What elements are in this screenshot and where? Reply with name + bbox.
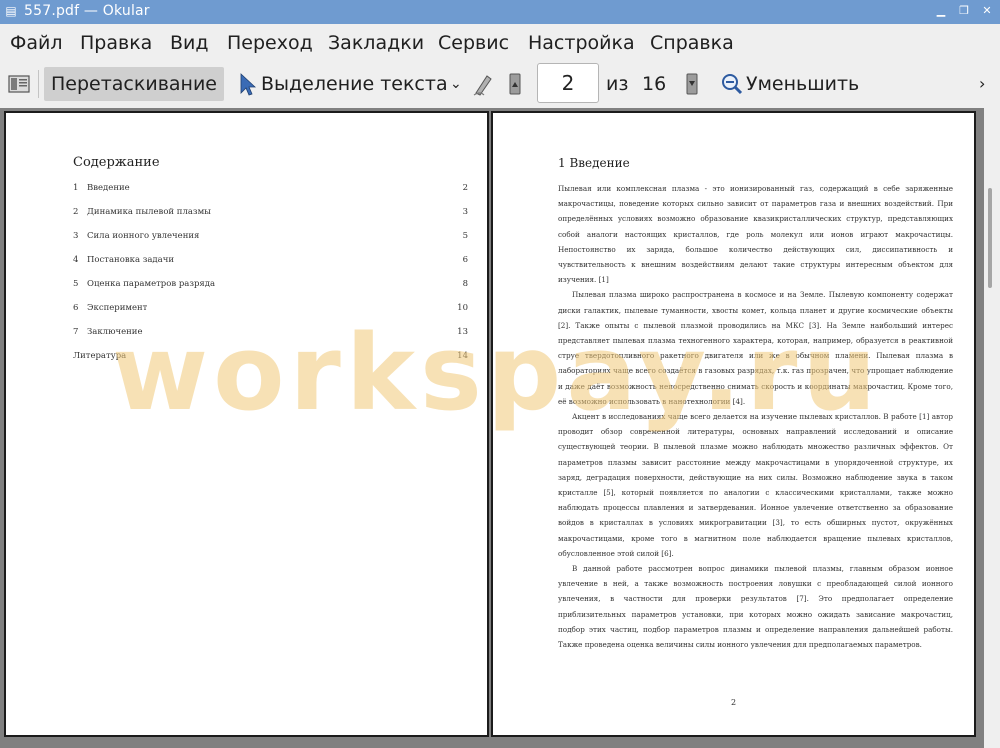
menu-bar: Файл Правка Вид Переход Закладки Сервис …	[0, 24, 1000, 62]
paragraph: Акцент в исследованиях чаще всего делает…	[558, 412, 953, 558]
toc-entry-number: 7	[73, 327, 79, 337]
section-body: Пылевая или комплексная плазма - это ион…	[558, 181, 953, 652]
menu-help[interactable]: Справка	[650, 32, 734, 54]
paragraph: Пылевая или комплексная плазма - это ион…	[558, 184, 953, 285]
page-number-footer: 2	[730, 698, 737, 707]
text-select-cursor-icon	[238, 67, 258, 101]
menu-tools[interactable]: Сервис	[438, 32, 509, 54]
vertical-scrollbar[interactable]	[984, 108, 1000, 748]
text-selection-tool-button[interactable]: Выделение текста	[261, 67, 448, 101]
toc-entry-text: Сила ионного увлечения	[87, 231, 200, 241]
toc-entry-text: Литература	[73, 351, 127, 361]
chevron-down-icon[interactable]: ⌄	[450, 67, 464, 101]
toc-entry-text: Постановка задачи	[87, 255, 175, 265]
scrollbar-thumb[interactable]	[988, 188, 992, 288]
okular-app-icon: ▤	[5, 4, 17, 18]
paragraph: В данной работе рассмотрен вопрос динами…	[558, 564, 953, 650]
toc-entry-text: Заключение	[87, 327, 143, 337]
toc-entry-page: 8	[462, 279, 468, 289]
toc-entry-page: 10	[457, 303, 468, 313]
toc-entry-text: Эксперимент	[87, 303, 148, 313]
menu-view[interactable]: Вид	[170, 32, 209, 54]
browse-tool-button[interactable]: Перетаскивание	[44, 67, 224, 101]
pdf-page-1: Содержание 1 Введение 2 2 Динамика пылев…	[4, 111, 489, 737]
paragraph: Пылевая плазма широко распространена в к…	[558, 290, 953, 406]
toc-entry-page: 13	[457, 327, 468, 337]
toc-entry-number: 5	[73, 279, 79, 289]
sidebar-toggle-icon[interactable]	[8, 72, 30, 94]
toc-entry-text: Введение	[87, 183, 130, 193]
toc-entry-page: 6	[462, 255, 468, 265]
page-number-input[interactable]: 2	[537, 63, 599, 103]
maximize-icon[interactable]: ❐	[957, 4, 971, 18]
zoom-out-icon[interactable]	[720, 67, 744, 101]
toc-entry-number: 2	[73, 207, 79, 217]
document-viewer[interactable]: Содержание 1 Введение 2 2 Динамика пылев…	[0, 108, 1000, 748]
close-icon[interactable]: ✕	[980, 4, 994, 18]
toc-entry-text: Динамика пылевой плазмы	[87, 207, 211, 217]
minimize-icon[interactable]: ▁	[934, 4, 948, 18]
main-toolbar: Перетаскивание Выделение текста ⌄ из 16	[0, 62, 1000, 109]
toc-entry-page: 5	[462, 231, 468, 241]
toc-entry-page: 3	[462, 207, 468, 217]
next-page-icon[interactable]	[685, 67, 699, 101]
toc-entry-number: 6	[73, 303, 79, 313]
annotation-pen-icon[interactable]	[472, 67, 494, 101]
window-title: 557.pdf — Okular	[24, 3, 150, 19]
menu-edit[interactable]: Правка	[80, 32, 152, 54]
toc-entry-number: 4	[73, 255, 79, 265]
toc-entry-text: Оценка параметров разряда	[87, 279, 216, 289]
section-title: 1 Введение	[558, 156, 630, 170]
zoom-out-button[interactable]: Уменьшить	[746, 67, 859, 101]
menu-file[interactable]: Файл	[10, 32, 63, 54]
toc-title: Содержание	[73, 155, 160, 170]
toolbar-separator	[38, 70, 39, 98]
previous-page-icon[interactable]	[508, 67, 522, 101]
toc-entry-page: 14	[457, 351, 468, 361]
toc-entry-number: 3	[73, 231, 79, 241]
menu-bookmarks[interactable]: Закладки	[328, 32, 424, 54]
menu-go[interactable]: Переход	[227, 32, 313, 54]
toc-entry-page: 2	[462, 183, 468, 193]
page-total: 16	[642, 73, 667, 95]
toc-entry-number: 1	[73, 183, 79, 193]
toolbar-overflow-chevron-icon[interactable]: ›	[979, 67, 991, 101]
window-titlebar: ▤ 557.pdf — Okular ▁ ❐ ✕	[0, 0, 1000, 24]
page-of-label: из	[606, 73, 629, 95]
pdf-page-2: 1 Введение Пылевая или комплексная плазм…	[491, 111, 976, 737]
menu-settings[interactable]: Настройка	[528, 32, 635, 54]
